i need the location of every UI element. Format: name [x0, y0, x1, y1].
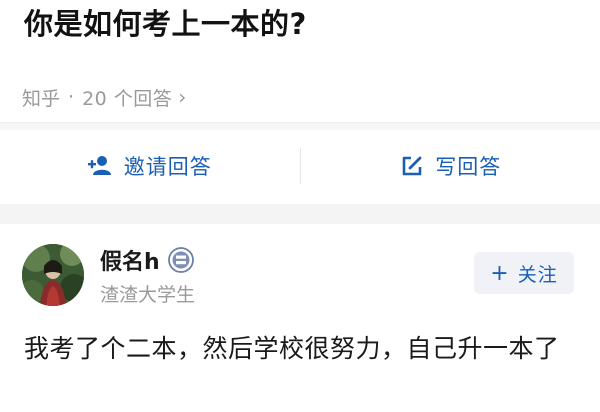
chevron-right-icon: ›	[178, 85, 187, 109]
edit-icon	[399, 153, 425, 179]
avatar[interactable]	[22, 244, 84, 306]
meta-separator: ·	[68, 86, 75, 108]
question-title[interactable]: 你是如何考上一本的?	[24, 4, 307, 44]
follow-button[interactable]: + 关注	[474, 252, 574, 294]
zhihu-question-page: 你是如何考上一本的? 知乎 · 20 个回答 › 邀请回答 写回答 假名h 渣渣…	[0, 0, 600, 412]
author-name[interactable]: 假名h	[100, 244, 194, 276]
source-label: 知乎	[22, 87, 61, 110]
add-user-icon	[87, 153, 114, 179]
question-header: 你是如何考上一本的? 知乎 · 20 个回答 ›	[0, 0, 600, 122]
author-headline: 渣渣大学生	[100, 284, 196, 306]
section-gap	[0, 204, 600, 224]
action-bar: 邀请回答 写回答	[0, 130, 600, 202]
plus-icon: +	[490, 260, 510, 286]
write-answer-button[interactable]: 写回答	[301, 130, 600, 202]
question-meta[interactable]: 知乎 · 20 个回答 ›	[22, 84, 186, 110]
badge-icon	[167, 247, 194, 273]
invite-answer-label: 邀请回答	[123, 155, 212, 179]
follow-label: 关注	[517, 263, 558, 286]
answer-body[interactable]: 我考了个二本，然后学校很努力，自己升一本了	[24, 328, 580, 370]
invite-answer-button[interactable]: 邀请回答	[0, 130, 300, 202]
author-name-text: 假名h	[100, 250, 160, 275]
answer-card: 假名h 渣渣大学生 + 关注 我考了个二本，然后学校很努力，自己升一本了	[0, 224, 600, 412]
write-answer-label: 写回答	[435, 155, 502, 179]
answer-count[interactable]: 20 个回答	[82, 84, 172, 111]
